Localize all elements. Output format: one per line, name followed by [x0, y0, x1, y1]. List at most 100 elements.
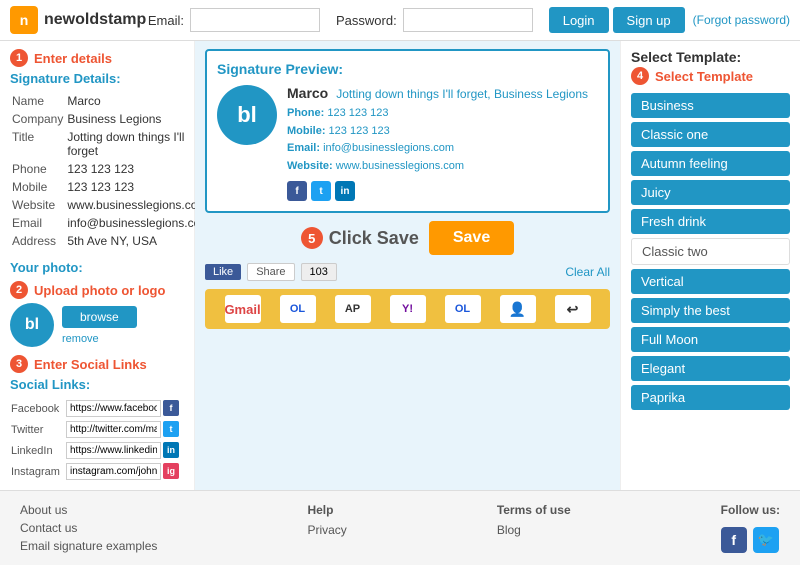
login-button[interactable]: Login [549, 7, 609, 33]
template-btn-vertical[interactable]: Vertical [631, 269, 790, 294]
social-table: Facebook f Twitter t LinkedIn in Instagr… [10, 398, 184, 482]
field-company: CompanyBusiness Legions [10, 110, 212, 128]
template-btn-autumn[interactable]: Autumn feeling [631, 151, 790, 176]
select-template-title: Select Template: [631, 49, 790, 65]
sig-details-title: Signature Details: [10, 71, 184, 86]
left-panel: 1 Enter details Signature Details: Name M… [0, 41, 195, 490]
social-row-instagram: Instagram ig [10, 461, 184, 482]
footer-contact[interactable]: Contact us [20, 521, 157, 535]
preview-content: bl Marco Jotting down things I'll forget… [217, 85, 598, 201]
browse-button[interactable]: browse [62, 306, 137, 328]
footer-about[interactable]: About us [20, 503, 157, 517]
template-btn-business[interactable]: Business [631, 93, 790, 118]
preview-tagline: Jotting down things I'll forget, Busines… [336, 87, 588, 101]
preview-name: Marco [287, 85, 328, 101]
preview-email: Email: info@businesslegions.com [287, 140, 598, 158]
footer-follow: Follow us: f 🐦 [721, 503, 780, 553]
click-save-label: Click Save [329, 228, 419, 249]
save-button[interactable]: Save [429, 221, 514, 255]
footer-blog[interactable]: Blog [497, 523, 571, 537]
outlook-icon[interactable]: OL [280, 295, 316, 323]
template-btn-paprika[interactable]: Paprika [631, 385, 790, 410]
template-btn-simply[interactable]: Simply the best [631, 298, 790, 323]
field-mobile-label: Mobile [10, 178, 65, 196]
password-input[interactable] [403, 8, 533, 32]
social-li-input[interactable] [66, 442, 161, 459]
twitter-icon: t [163, 421, 179, 437]
preview-website: Website: www.businesslegions.com [287, 158, 598, 176]
footer-col2: Help Privacy [307, 503, 346, 537]
social-ig-input[interactable] [66, 463, 161, 480]
sig-details-table: NameMarco CompanyBusiness Legions TitleJ… [10, 92, 212, 250]
preview-details: Phone: 123 123 123 Mobile: 123 123 123 E… [287, 105, 598, 175]
signup-button[interactable]: Sign up [613, 7, 685, 33]
facebook-icon: f [163, 400, 179, 416]
step4-text: Select Template [655, 69, 753, 84]
footer-examples[interactable]: Email signature examples [20, 539, 157, 553]
preview-logo: bl [217, 85, 277, 145]
field-phone-label: Phone [10, 160, 65, 178]
follow-facebook-icon[interactable]: f [721, 527, 747, 553]
footer-help-title: Help [307, 503, 346, 517]
follow-twitter-icon[interactable]: 🐦 [753, 527, 779, 553]
field-mobile-value: 123 123 123 [65, 178, 212, 196]
clear-all-link[interactable]: Clear All [565, 265, 610, 279]
field-email-label: Email [10, 214, 65, 232]
email-label: Email: [148, 13, 184, 28]
step1-text: Enter details [34, 51, 112, 66]
email-input[interactable] [190, 8, 320, 32]
social-fb-input[interactable] [66, 400, 161, 417]
field-website-label: Website [10, 196, 65, 214]
template-btn-fresh[interactable]: Fresh drink [631, 209, 790, 234]
instagram-icon: ig [163, 463, 179, 479]
yahoo-icon[interactable]: Y! [390, 295, 426, 323]
password-label: Password: [336, 13, 397, 28]
template-btn-full-moon[interactable]: Full Moon [631, 327, 790, 352]
apple-icon[interactable]: AP [335, 295, 371, 323]
outlook2-icon[interactable]: OL [445, 295, 481, 323]
field-email: Emailinfo@businesslegions.com [10, 214, 212, 232]
template-btn-juicy[interactable]: Juicy [631, 180, 790, 205]
template-btn-elegant[interactable]: Elegant [631, 356, 790, 381]
user-icon[interactable]: 👤 [500, 295, 536, 323]
center-panel: Signature Preview: bl Marco Jotting down… [195, 41, 620, 490]
footer: About us Contact us Email signature exam… [0, 490, 800, 565]
like-bar: Like Share 103 Clear All [205, 263, 610, 281]
field-name-value: Marco [65, 92, 212, 110]
logo-icon: n [10, 6, 38, 34]
footer-col1: About us Contact us Email signature exam… [20, 503, 157, 553]
preview-tw-icon: t [311, 181, 331, 201]
undo-icon[interactable]: ↩ [555, 295, 591, 323]
field-title: TitleJotting down things I'll forget [10, 128, 212, 160]
main-content: 1 Enter details Signature Details: NameM… [0, 41, 800, 490]
social-li-label: LinkedIn [10, 440, 65, 461]
share-button[interactable]: Share [247, 263, 294, 281]
step3-text: Enter Social Links [34, 357, 147, 372]
forgot-password-link[interactable]: (Forgot password) [693, 13, 790, 27]
preview-fb-icon: f [287, 181, 307, 201]
step1-label: 1 Enter details [10, 49, 184, 67]
step4-circle: 4 [631, 67, 649, 85]
header: n newoldstamp Email: Password: Login Sig… [0, 0, 800, 41]
step2-circle: 2 [10, 281, 28, 299]
template-btn-classic-one[interactable]: Classic one [631, 122, 790, 147]
click-save-step: 5 Click Save [301, 227, 419, 249]
step2-label: 2 Upload photo or logo [10, 281, 184, 299]
click-save-area: 5 Click Save Save [205, 221, 610, 255]
photo-preview: bl [10, 303, 54, 347]
field-company-label: Company [10, 110, 65, 128]
gmail-icon[interactable]: Gmail [225, 295, 261, 323]
footer-terms-title: Terms of use [497, 503, 571, 517]
social-tw-input[interactable] [66, 421, 161, 438]
fb-like-button[interactable]: Like [205, 264, 241, 280]
footer-col3: Terms of use Blog [497, 503, 571, 537]
field-address-label: Address [10, 232, 65, 250]
field-address-value: 5th Ave NY, USA [65, 232, 212, 250]
logo-text: newoldstamp [44, 11, 146, 29]
remove-link[interactable]: remove [62, 333, 99, 345]
template-btn-classic-two[interactable]: Classic two [631, 238, 790, 265]
footer-privacy[interactable]: Privacy [307, 523, 346, 537]
step1-circle: 1 [10, 49, 28, 67]
field-phone-value: 123 123 123 [65, 160, 212, 178]
field-name-label: Name [10, 92, 65, 110]
